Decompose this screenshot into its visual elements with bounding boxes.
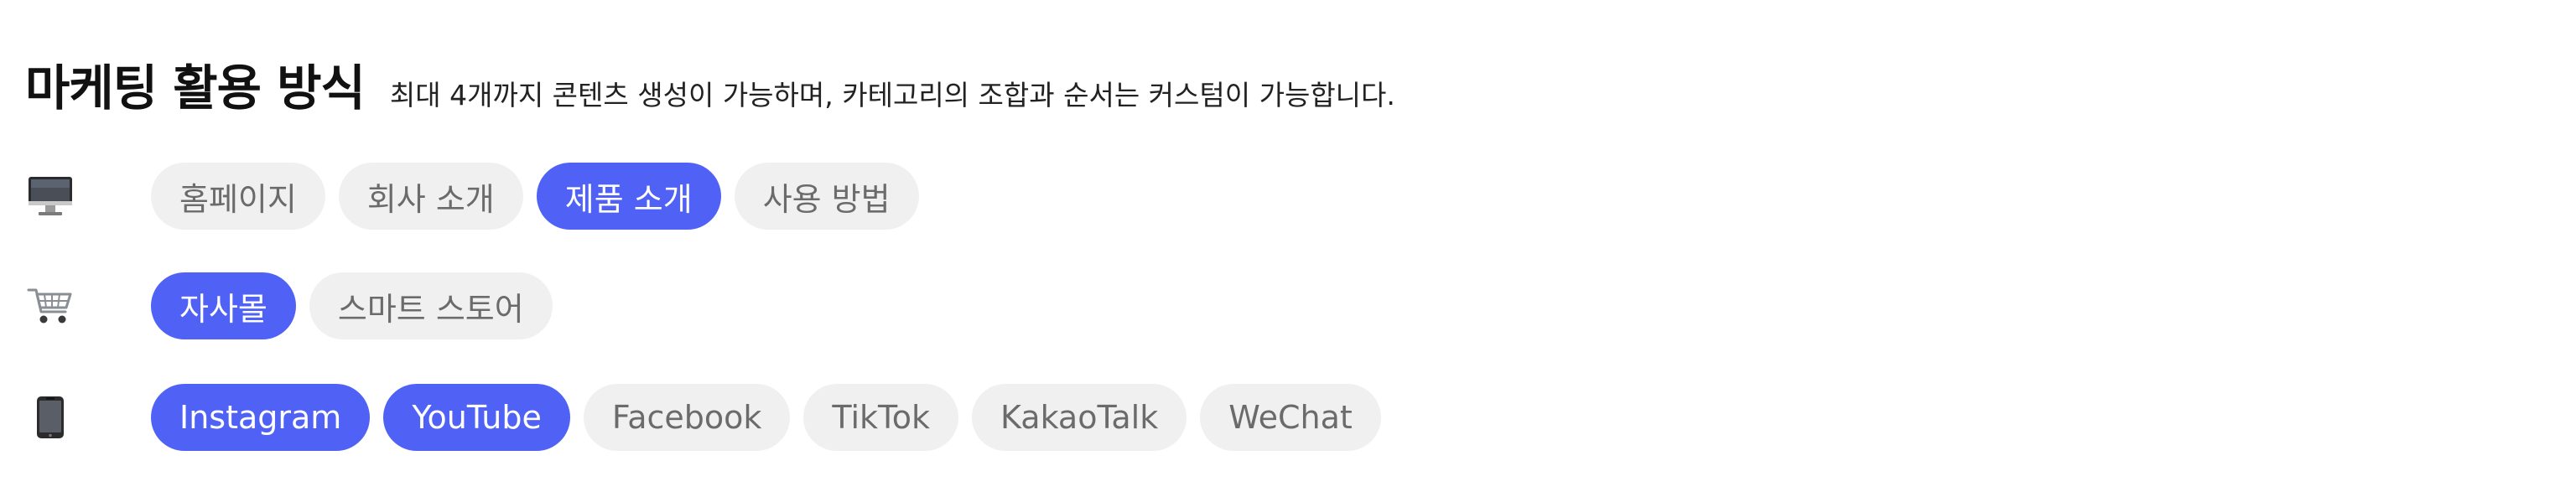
chip-smart-store[interactable]: 스마트 스토어 xyxy=(309,272,553,339)
chip-group-shopping: 자사몰 스마트 스토어 xyxy=(151,272,553,339)
chip-homepage[interactable]: 홈페이지 xyxy=(151,163,325,230)
chip-own-mall[interactable]: 자사몰 xyxy=(151,272,296,339)
chip-facebook[interactable]: Facebook xyxy=(583,384,791,451)
category-row-social: Instagram YouTube Facebook TikTok KakaoT… xyxy=(25,384,1381,451)
chip-company-intro[interactable]: 회사 소개 xyxy=(338,163,523,230)
chip-youtube[interactable]: YouTube xyxy=(383,384,570,451)
chip-group-web: 홈페이지 회사 소개 제품 소개 사용 방법 xyxy=(151,163,919,230)
chip-kakaotalk[interactable]: KakaoTalk xyxy=(972,384,1187,451)
category-row-shopping: 자사몰 스마트 스토어 xyxy=(25,272,553,339)
mobile-phone-icon xyxy=(25,392,75,443)
chip-product-intro[interactable]: 제품 소개 xyxy=(536,163,721,230)
section-header: 마케팅 활용 방식 최대 4개까지 콘텐츠 생성이 가능하며, 카테고리의 조합… xyxy=(25,49,1395,119)
shopping-cart-icon xyxy=(25,281,75,331)
page-subtitle: 최대 4개까지 콘텐츠 생성이 가능하며, 카테고리의 조합과 순서는 커스텀이… xyxy=(389,79,1395,111)
chip-wechat[interactable]: WeChat xyxy=(1200,384,1381,451)
chip-group-social: Instagram YouTube Facebook TikTok KakaoT… xyxy=(151,384,1381,451)
category-row-web: 홈페이지 회사 소개 제품 소개 사용 방법 xyxy=(25,163,919,230)
chip-tiktok[interactable]: TikTok xyxy=(803,384,959,451)
page-title: 마케팅 활용 방식 xyxy=(25,60,366,116)
chip-how-to-use[interactable]: 사용 방법 xyxy=(734,163,919,230)
chip-instagram[interactable]: Instagram xyxy=(151,384,371,451)
desktop-computer-icon xyxy=(25,171,75,221)
